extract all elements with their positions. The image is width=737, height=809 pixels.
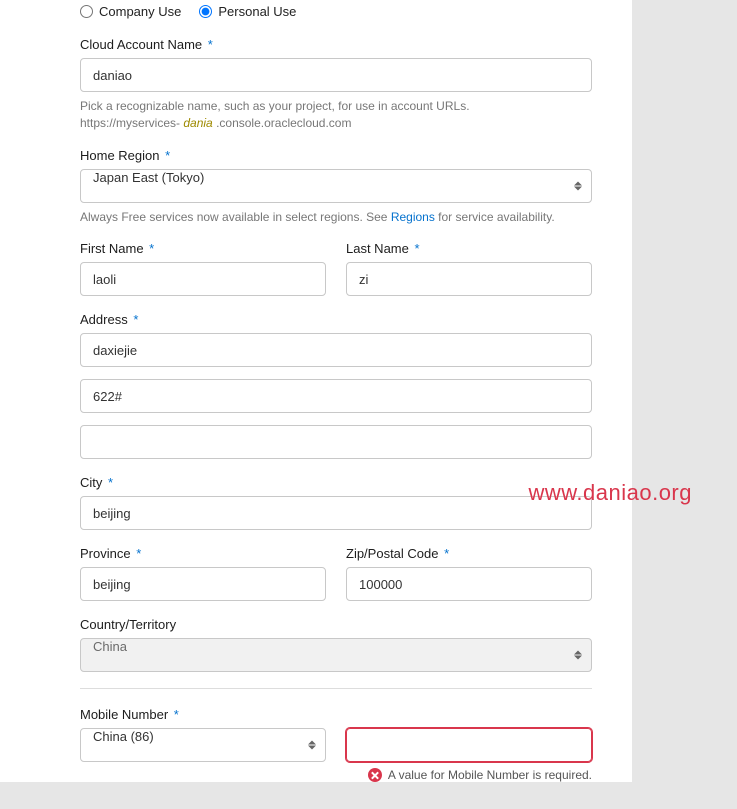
account-type-group: Company Use Personal Use xyxy=(80,4,592,19)
account-type-personal[interactable]: Personal Use xyxy=(199,4,296,19)
row-province-postal: Province * Zip/Postal Code * xyxy=(80,546,592,601)
home-region-help: Always Free services now available in se… xyxy=(80,209,592,226)
last-name-input[interactable] xyxy=(346,262,592,296)
cloud-account-input[interactable] xyxy=(80,58,592,92)
regions-link[interactable]: Regions xyxy=(391,210,435,224)
province-input[interactable] xyxy=(80,567,326,601)
radio-personal-label: Personal Use xyxy=(218,4,296,19)
error-icon xyxy=(604,737,620,753)
home-region-select[interactable]: Japan East (Tokyo) xyxy=(80,169,592,203)
radio-company[interactable] xyxy=(80,5,93,18)
field-mobile: Mobile Number * China (86) xyxy=(80,707,592,782)
required-star: * xyxy=(204,37,213,52)
field-first-name: First Name * xyxy=(80,241,326,296)
field-province: Province * xyxy=(80,546,326,601)
mobile-number-input[interactable] xyxy=(346,728,592,762)
first-name-input[interactable] xyxy=(80,262,326,296)
field-city: City * xyxy=(80,475,592,530)
field-address: Address * xyxy=(80,312,592,459)
field-postal: Zip/Postal Code * xyxy=(346,546,592,601)
radio-company-label: Company Use xyxy=(99,4,181,19)
postal-input[interactable] xyxy=(346,567,592,601)
address-line3-input[interactable] xyxy=(80,425,592,459)
mobile-error-msg: A value for Mobile Number is required. xyxy=(346,768,592,782)
error-icon xyxy=(368,768,382,782)
field-home-region: Home Region * Japan East (Tokyo) Always … xyxy=(80,148,592,226)
city-input[interactable] xyxy=(80,496,592,530)
mobile-country-code-select[interactable]: China (86) xyxy=(80,728,326,762)
label-home-region: Home Region * xyxy=(80,148,592,163)
field-last-name: Last Name * xyxy=(346,241,592,296)
divider xyxy=(80,688,592,689)
field-country: Country/Territory China xyxy=(80,617,592,672)
address-line2-input[interactable] xyxy=(80,379,592,413)
label-cloud-account: Cloud Account Name * xyxy=(80,37,592,52)
radio-personal[interactable] xyxy=(199,5,212,18)
field-cloud-account-name: Cloud Account Name * Pick a recognizable… xyxy=(80,37,592,132)
account-type-company[interactable]: Company Use xyxy=(80,4,181,19)
cloud-account-help: Pick a recognizable name, such as your p… xyxy=(80,98,592,132)
row-name: First Name * Last Name * xyxy=(80,241,592,296)
country-select[interactable]: China xyxy=(80,638,592,672)
check-icon xyxy=(604,67,620,83)
address-line1-input[interactable] xyxy=(80,333,592,367)
